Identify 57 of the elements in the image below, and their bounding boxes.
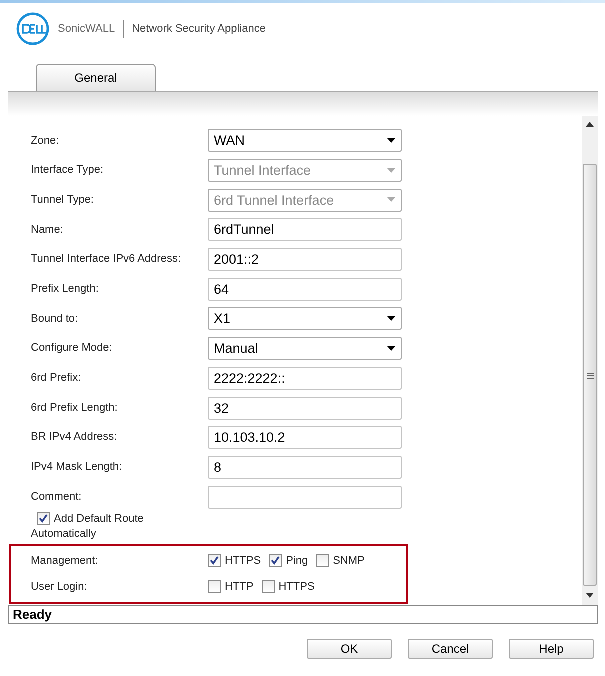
input-field[interactable]: 64: [208, 278, 402, 301]
field-label: Configure Mode:: [31, 341, 114, 356]
dropdown[interactable]: WAN: [208, 129, 402, 152]
scroll-up-icon[interactable]: [586, 122, 594, 127]
caret-icon: [387, 316, 396, 322]
checkbox-label: HTTPS: [278, 580, 315, 595]
checkbox[interactable]: [37, 512, 50, 526]
brand-name: SonicWALL: [58, 22, 116, 37]
input-field[interactable]: 32: [208, 396, 402, 420]
checkbox-label: SNMP: [333, 554, 365, 569]
checkbox[interactable]: [262, 580, 275, 594]
field-label: Tunnel Type:: [31, 192, 95, 208]
input-field[interactable]: 6rdTunnel: [208, 218, 402, 242]
checkbox-label: Automatically: [31, 526, 98, 541]
dialog-button[interactable]: Help: [509, 639, 594, 659]
checkbox-label: Ping: [286, 554, 308, 569]
caret-icon: [387, 197, 396, 204]
field-label: Zone:: [31, 134, 60, 149]
field-label: IPv4 Mask Length:: [31, 460, 124, 476]
caret-icon: [387, 346, 396, 352]
app-title: Network Security Appliance: [132, 22, 266, 37]
field-label: Name:: [31, 222, 64, 238]
scroll-down-icon[interactable]: [586, 593, 594, 598]
checkbox[interactable]: [269, 554, 282, 568]
status-bar: Ready: [8, 605, 598, 624]
field-label: Bound to:: [31, 312, 80, 327]
field-label: Management:: [31, 554, 100, 569]
input-field[interactable]: 10.103.10.2: [208, 426, 402, 450]
checkbox-label: Add Default Route: [54, 512, 144, 526]
field-label: BR IPv4 Address:: [31, 430, 118, 446]
checkbox-label: HTTPS: [225, 554, 262, 569]
field-label: Comment:: [31, 490, 83, 505]
scrollbar[interactable]: [582, 116, 598, 605]
dropdown[interactable]: X1: [208, 307, 402, 330]
field-label: Tunnel Interface IPv6 Address:: [31, 252, 182, 268]
field-label: Interface Type:: [31, 163, 105, 178]
caret-icon: [387, 168, 396, 174]
scroll-thumb[interactable]: [583, 164, 597, 586]
field-label: User Login:: [31, 580, 88, 595]
field-label: Prefix Length:: [31, 282, 100, 298]
dialog-button[interactable]: Cancel: [408, 639, 493, 659]
checkbox-label: HTTP: [225, 580, 254, 595]
input-field[interactable]: [208, 486, 402, 509]
field-label: 6rd Prefix Length:: [31, 400, 119, 416]
logo-icon: [16, 12, 50, 46]
checkbox[interactable]: [208, 554, 221, 568]
input-field[interactable]: 8: [208, 456, 402, 479]
input-field[interactable]: 2001::2: [208, 248, 402, 272]
input-field[interactable]: 2222:2222::: [208, 366, 402, 390]
caret-icon: [387, 138, 396, 144]
grip-icon: [587, 373, 594, 379]
dropdown[interactable]: Manual: [208, 337, 402, 360]
checkbox[interactable]: [316, 554, 330, 568]
field-label: 6rd Prefix:: [31, 371, 82, 386]
checkbox[interactable]: [208, 580, 221, 594]
dialog-button[interactable]: OK: [307, 639, 392, 659]
tab[interactable]: General: [36, 64, 156, 91]
